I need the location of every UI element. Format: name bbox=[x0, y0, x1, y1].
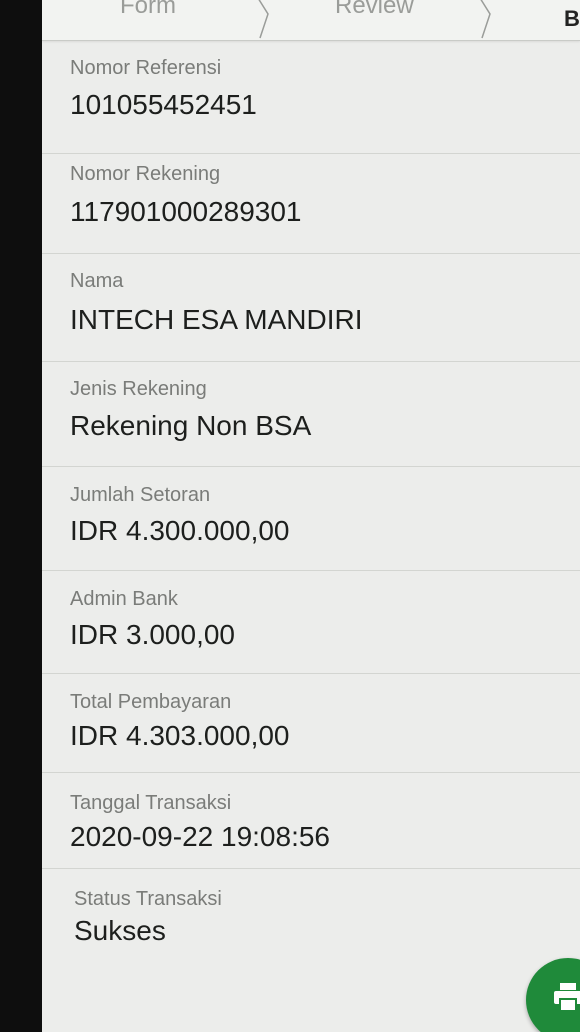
print-icon bbox=[554, 983, 580, 1012]
receipt-screen: Form Review B Nomor Referensi 1010554524… bbox=[42, 0, 580, 1032]
chevron-right-icon bbox=[480, 0, 491, 39]
field-label: Jumlah Setoran bbox=[70, 484, 211, 506]
field-value: IDR 3.000,00 bbox=[70, 619, 235, 650]
field-nomor-referensi: Nomor Referensi 101055452451 bbox=[42, 41, 580, 154]
field-value: 2020-09-22 19:08:56 bbox=[70, 821, 330, 852]
stepper: Form Review B bbox=[42, 0, 580, 41]
field-nomor-rekening: Nomor Rekening 117901000289301 bbox=[42, 154, 580, 254]
field-value: 117901000289301 bbox=[70, 196, 302, 227]
field-nama: Nama INTECH ESA MANDIRI bbox=[42, 254, 580, 362]
field-label: Total Pembayaran bbox=[70, 691, 232, 713]
field-label: Nomor Referensi bbox=[70, 57, 222, 79]
field-label: Jenis Rekening bbox=[70, 378, 207, 400]
field-tanggal-transaksi: Tanggal Transaksi 2020-09-22 19:08:56 bbox=[42, 773, 580, 869]
print-button[interactable] bbox=[526, 958, 580, 1032]
step-form[interactable]: Form bbox=[120, 0, 176, 20]
field-total-pembayaran: Total Pembayaran IDR 4.303.000,00 bbox=[42, 674, 580, 773]
field-value: IDR 4.303.000,00 bbox=[70, 720, 290, 751]
field-label: Tanggal Transaksi bbox=[70, 792, 232, 814]
field-jumlah-setoran: Jumlah Setoran IDR 4.300.000,00 bbox=[42, 467, 580, 571]
field-value: IDR 4.300.000,00 bbox=[70, 515, 290, 546]
field-admin-bank: Admin Bank IDR 3.000,00 bbox=[42, 571, 580, 674]
chevron-right-icon bbox=[258, 0, 269, 39]
field-label: Admin Bank bbox=[70, 588, 178, 610]
field-label: Nama bbox=[70, 270, 124, 292]
step-review[interactable]: Review bbox=[335, 0, 414, 20]
field-value: Sukses bbox=[74, 915, 166, 946]
step-next[interactable]: B bbox=[564, 6, 580, 32]
field-label: Status Transaksi bbox=[74, 888, 222, 910]
field-value: 101055452451 bbox=[70, 89, 257, 120]
field-value: INTECH ESA MANDIRI bbox=[70, 304, 363, 335]
field-label: Nomor Rekening bbox=[70, 163, 221, 185]
field-value: Rekening Non BSA bbox=[70, 410, 312, 441]
field-status-transaksi: Status Transaksi Sukses bbox=[42, 869, 580, 963]
field-jenis-rekening: Jenis Rekening Rekening Non BSA bbox=[42, 362, 580, 467]
